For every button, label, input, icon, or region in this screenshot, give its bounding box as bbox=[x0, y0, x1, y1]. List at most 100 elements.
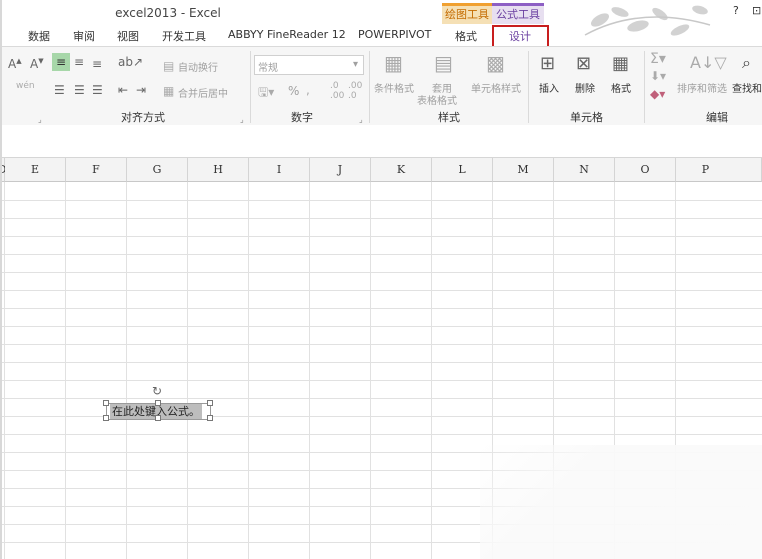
find-select-button[interactable]: 查找和 bbox=[732, 80, 762, 95]
tab-format[interactable]: 格式 bbox=[455, 28, 477, 44]
cell-styles-button[interactable]: 单元格样式 bbox=[471, 80, 521, 95]
ribbon: A▲ A▼ ≡ ≡ ≡ ab↗ ☰ ☰ ☰ ⇤ ⇥ ▤ 自动换行 ▦ 合并后居中… bbox=[0, 46, 762, 126]
column-header-o[interactable]: O bbox=[615, 158, 676, 182]
wrap-text-icon: ▤ bbox=[163, 59, 175, 73]
blurred-region bbox=[480, 445, 762, 559]
column-header-m[interactable]: M bbox=[493, 158, 554, 182]
format-as-table-icon: ▤ bbox=[434, 51, 453, 75]
gridline-horizontal bbox=[0, 308, 762, 309]
resize-handle[interactable] bbox=[155, 400, 161, 406]
format-button[interactable]: 格式 bbox=[611, 80, 631, 95]
group-number-label: 数字 bbox=[291, 111, 313, 124]
orientation-icon[interactable]: ab↗ bbox=[118, 55, 143, 69]
context-drawing-tools: 绘图工具 bbox=[442, 3, 492, 24]
merge-center-button[interactable]: 合并后居中 bbox=[178, 85, 228, 100]
font-shrink-icon[interactable]: A▼ bbox=[30, 57, 44, 71]
conditional-format-icon: ▦ bbox=[384, 51, 403, 75]
column-header-k[interactable]: K bbox=[371, 158, 432, 182]
resize-handle[interactable] bbox=[207, 415, 213, 421]
column-header-l[interactable]: L bbox=[432, 158, 493, 182]
gridline-vertical bbox=[126, 182, 127, 559]
resize-handle[interactable] bbox=[103, 415, 109, 421]
align-center-icon[interactable]: ☰ bbox=[74, 83, 85, 97]
group-cells-label: 单元格 bbox=[570, 111, 603, 124]
separator bbox=[250, 51, 251, 123]
tab-view[interactable]: 视图 bbox=[117, 28, 139, 44]
delete-cells-icon: ⊠ bbox=[576, 53, 592, 74]
font-grow-icon[interactable]: A▲ bbox=[8, 57, 22, 71]
number-dialog-launcher-icon[interactable]: ⌟ bbox=[359, 115, 363, 124]
tab-abbyy[interactable]: ABBYY FineReader 12 bbox=[228, 28, 346, 41]
restore-ribbon-icon[interactable]: ⊡ bbox=[752, 4, 761, 17]
separator bbox=[528, 51, 529, 123]
format-cells-icon: ▦ bbox=[612, 53, 630, 74]
align-bottom-icon[interactable]: ≡ bbox=[92, 57, 102, 71]
gridline-vertical bbox=[370, 182, 371, 559]
sort-filter-icon: A↓▽ bbox=[690, 53, 727, 72]
rotate-handle-icon[interactable]: ↻ bbox=[152, 384, 162, 398]
column-header-i[interactable]: I bbox=[249, 158, 310, 182]
column-header-p[interactable]: P bbox=[676, 158, 762, 182]
clear-icon[interactable]: ◆▾ bbox=[650, 87, 665, 101]
insert-button[interactable]: 插入 bbox=[539, 80, 559, 95]
align-top-icon[interactable]: ≡ bbox=[52, 53, 70, 71]
formula-bar[interactable] bbox=[0, 125, 762, 158]
decrease-decimal-icon[interactable]: .00.0 bbox=[348, 81, 362, 101]
gridline-horizontal bbox=[0, 380, 762, 381]
gridline-vertical bbox=[4, 182, 5, 559]
tab-review[interactable]: 审阅 bbox=[73, 28, 95, 44]
resize-handle[interactable] bbox=[207, 400, 213, 406]
resize-handle[interactable] bbox=[155, 415, 161, 421]
gridline-horizontal bbox=[0, 236, 762, 237]
gridline-horizontal bbox=[0, 218, 762, 219]
merge-center-icon: ▦ bbox=[163, 84, 175, 98]
percent-style-button[interactable]: % bbox=[288, 84, 299, 98]
decrease-indent-icon[interactable]: ⇤ bbox=[118, 83, 128, 97]
tab-powerpivot[interactable]: POWERPIVOT bbox=[358, 28, 431, 41]
align-left-icon[interactable]: ☰ bbox=[54, 83, 65, 97]
gridline-horizontal bbox=[0, 272, 762, 273]
column-header-n[interactable]: N bbox=[554, 158, 615, 182]
conditional-format-button[interactable]: 条件格式 bbox=[374, 80, 414, 95]
column-header-f[interactable]: F bbox=[66, 158, 127, 182]
align-middle-icon[interactable]: ≡ bbox=[74, 55, 84, 69]
chevron-down-icon: ▾ bbox=[353, 59, 359, 70]
increase-indent-icon[interactable]: ⇥ bbox=[136, 83, 146, 97]
format-as-table-line2[interactable]: 表格格式 bbox=[417, 92, 457, 107]
column-header-e[interactable]: E bbox=[5, 158, 66, 182]
find-select-icon: ⌕ bbox=[742, 53, 751, 72]
gridline-horizontal bbox=[0, 398, 762, 399]
column-header-h[interactable]: H bbox=[188, 158, 249, 182]
group-alignment-label: 对齐方式 bbox=[121, 111, 165, 124]
phonetic-icon[interactable]: wén bbox=[16, 81, 35, 91]
separator bbox=[369, 51, 370, 123]
number-format-select[interactable]: 常规 ▾ bbox=[254, 55, 364, 75]
wrap-text-button[interactable]: 自动换行 bbox=[178, 59, 218, 74]
tab-data[interactable]: 数据 bbox=[28, 28, 50, 44]
accounting-format-icon[interactable]: 🖫▾ bbox=[258, 83, 274, 104]
align-right-icon[interactable]: ☰ bbox=[92, 83, 103, 97]
gridline-vertical bbox=[431, 182, 432, 559]
autosum-icon[interactable]: Σ▾ bbox=[650, 51, 666, 67]
gridline-vertical bbox=[248, 182, 249, 559]
title-bar: excel2013 - Excel 绘图工具 公式工具 ? ⊡ bbox=[0, 0, 762, 36]
font-dialog-launcher-icon[interactable]: ⌟ bbox=[38, 115, 42, 124]
tab-developer[interactable]: 开发工具 bbox=[162, 28, 206, 44]
delete-button[interactable]: 删除 bbox=[575, 80, 595, 95]
gridline-vertical bbox=[309, 182, 310, 559]
resize-handle[interactable] bbox=[103, 400, 109, 406]
sort-filter-button[interactable]: 排序和筛选 bbox=[677, 80, 727, 95]
help-icon[interactable]: ? bbox=[733, 4, 739, 17]
fill-icon[interactable]: ⬇▾ bbox=[650, 69, 666, 83]
gridline-horizontal bbox=[0, 200, 762, 201]
context-formula-tools: 公式工具 bbox=[492, 3, 544, 24]
gridline-horizontal bbox=[0, 344, 762, 345]
comma-style-icon[interactable]: , bbox=[306, 83, 310, 97]
increase-decimal-icon[interactable]: .0.00 bbox=[330, 81, 344, 101]
insert-cells-icon: ⊞ bbox=[540, 53, 556, 74]
alignment-dialog-launcher-icon[interactable]: ⌟ bbox=[240, 115, 244, 124]
gridline-horizontal bbox=[0, 254, 762, 255]
column-header-j[interactable]: J bbox=[310, 158, 371, 182]
gridline-horizontal bbox=[0, 434, 762, 435]
column-header-g[interactable]: G bbox=[127, 158, 188, 182]
